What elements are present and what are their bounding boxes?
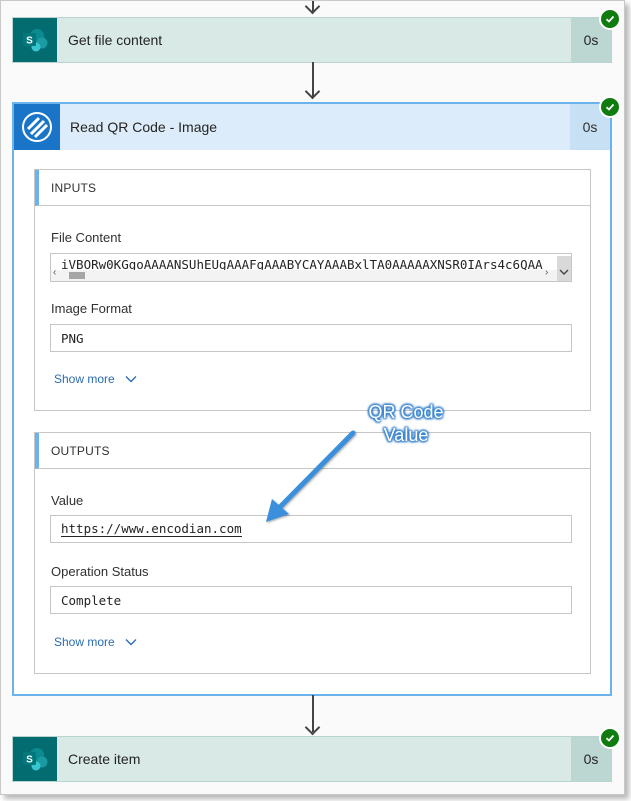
inputs-show-more-link[interactable]: Show more [54,372,137,386]
sharepoint-icon: S [13,18,57,62]
inputs-section: INPUTS File Content iVBORw0KGgoAAAANSUhE… [34,169,591,411]
callout-line-2: Value [383,425,429,445]
callout-line-1: QR Code [368,402,444,422]
outputs-section: OUTPUTS Value https://www.encodian.com O… [34,432,591,674]
sharepoint-icon: S [13,737,57,781]
encodian-icon [14,104,60,150]
success-check-icon [599,8,621,30]
outputs-show-more-link[interactable]: Show more [54,635,137,649]
value-link[interactable]: https://www.encodian.com [61,521,242,537]
arrowhead-2 [304,719,321,736]
image-format-field[interactable]: PNG [50,324,572,352]
success-check-icon [599,96,621,118]
chevron-down-icon [125,376,137,383]
flow-run-canvas: S Get file content 0s Read QR Code - Ima… [0,0,625,795]
step-read-qr-code[interactable]: Read QR Code - Image 0s INPUTS File Cont… [12,102,612,696]
operation-status-label: Operation Status [51,564,149,579]
file-content-label: File Content [51,230,122,245]
chevron-down-icon [125,639,137,646]
value-label: Value [51,493,84,508]
outputs-header: OUTPUTS [35,433,590,469]
image-format-label: Image Format [51,301,132,316]
image-format-value: PNG [61,330,84,346]
arrowhead-top [304,1,321,15]
scroll-down-icon[interactable] [557,256,571,281]
scroll-left-icon[interactable]: ‹ [53,267,56,278]
operation-status-field[interactable]: Complete [50,586,572,614]
qr-code-value-callout: QR Code Value [361,401,451,447]
step-title: Get file content [68,32,163,48]
operation-status-value: Complete [61,592,122,608]
value-field[interactable]: https://www.encodian.com [50,515,572,543]
scroll-right-icon[interactable]: › [545,267,548,278]
success-check-icon [599,727,621,749]
inputs-header: INPUTS [35,170,590,206]
scrollbar-thumb[interactable] [69,272,85,279]
step-get-file-content[interactable]: S Get file content 0s [12,17,612,63]
step-create-item[interactable]: S Create item 0s [12,736,612,782]
step-title: Create item [68,751,141,767]
svg-text:S: S [26,755,33,766]
show-more-label: Show more [54,372,115,386]
svg-text:S: S [26,36,33,47]
step-title: Read QR Code - Image [70,119,218,135]
step-header[interactable]: Read QR Code - Image 0s [14,104,610,150]
arrowhead-1 [304,83,321,100]
horizontal-scrollbar[interactable]: ‹ › [51,256,571,281]
show-more-label: Show more [54,635,115,649]
